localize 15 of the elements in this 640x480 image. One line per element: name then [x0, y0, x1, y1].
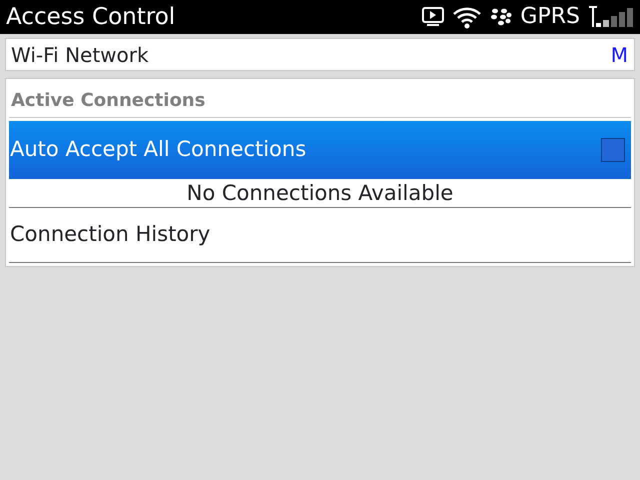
media-icon	[422, 7, 444, 27]
menu-item[interactable]: Connection History	[9, 208, 631, 263]
signal-icon	[588, 5, 634, 29]
window-title: Access Control	[6, 3, 176, 32]
blackberry-icon	[490, 8, 512, 26]
option-label: Auto Accept All Connections	[10, 136, 306, 164]
section-header: Active Connections	[9, 79, 631, 118]
empty-message: No Connections Available	[9, 179, 631, 208]
checkbox[interactable]	[601, 138, 625, 162]
wifi-network-value: M	[610, 42, 628, 68]
wifi-icon	[452, 5, 482, 29]
wifi-network-row[interactable]: Wi-Fi Network M	[5, 38, 635, 71]
network-type: GPRS	[520, 3, 580, 31]
option-row[interactable]: Auto Accept All Connections	[9, 121, 631, 179]
wifi-network-label: Wi-Fi Network	[11, 42, 149, 68]
